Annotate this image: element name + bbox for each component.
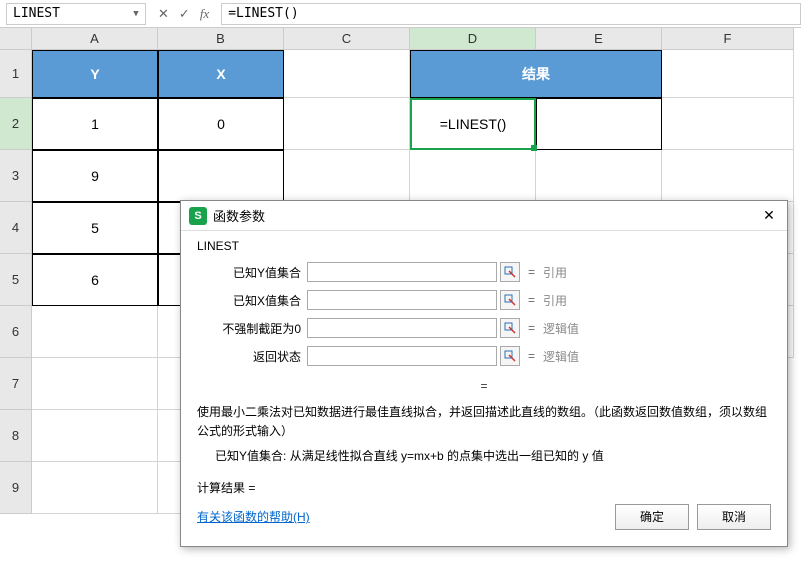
cell-B2[interactable]: 0 (158, 98, 284, 150)
dialog-body: LINEST 已知Y值集合 = 引用 已知X值集合 = 引用 不强制截距为0 =… (181, 231, 787, 546)
param-desc-label: 已知Y值集合: (215, 447, 286, 466)
col-header-E[interactable]: E (536, 28, 662, 50)
confirm-formula-icon[interactable]: ✓ (179, 6, 190, 22)
param-input-const[interactable] (307, 318, 497, 338)
param-label: 返回状态 (197, 348, 307, 365)
dialog-titlebar[interactable]: S 函数参数 ✕ (181, 201, 787, 231)
cell-F1[interactable] (662, 50, 794, 98)
formula-text: =LINEST() (228, 6, 298, 21)
dialog-title: 函数参数 (213, 206, 759, 225)
cell-A4[interactable]: 5 (32, 202, 158, 254)
cell-A9[interactable] (32, 462, 158, 514)
result-equals: = (197, 379, 771, 393)
equals-label: = (520, 321, 543, 335)
cell-D3[interactable] (410, 150, 536, 202)
function-arguments-dialog: S 函数参数 ✕ LINEST 已知Y值集合 = 引用 已知X值集合 = 引用 … (180, 200, 788, 547)
cell-A1[interactable]: Y (32, 50, 158, 98)
chevron-down-icon[interactable]: ▼ (129, 6, 143, 22)
name-box[interactable]: LINEST ▼ (6, 3, 146, 25)
fx-controls: ✕ ✓ fx (146, 6, 221, 22)
cell-A7[interactable] (32, 358, 158, 410)
col-header-C[interactable]: C (284, 28, 410, 50)
range-select-icon[interactable] (500, 262, 520, 282)
param-input-stats[interactable] (307, 346, 497, 366)
column-headers: A B C D E F (0, 28, 801, 50)
fx-icon[interactable]: fx (200, 6, 209, 22)
equals-label: = (520, 293, 543, 307)
name-box-value: LINEST (13, 6, 60, 21)
row-header-6[interactable]: 6 (0, 306, 32, 358)
cell-A6[interactable] (32, 306, 158, 358)
cell-F2[interactable] (662, 98, 794, 150)
cell-C3[interactable] (284, 150, 410, 202)
param-hint: 逻辑值 (543, 320, 579, 337)
cell-B3[interactable] (158, 150, 284, 202)
row-header-7[interactable]: 7 (0, 358, 32, 410)
col-header-B[interactable]: B (158, 28, 284, 50)
function-description: 使用最小二乘法对已知数据进行最佳直线拟合，并返回描述此直线的数组。（此函数返回数… (197, 403, 771, 441)
param-row-const: 不强制截距为0 = 逻辑值 (197, 315, 771, 341)
row-header-5[interactable]: 5 (0, 254, 32, 306)
row-header-4[interactable]: 4 (0, 202, 32, 254)
cell-C1[interactable] (284, 50, 410, 98)
formula-input[interactable]: =LINEST() (221, 3, 801, 25)
range-select-icon[interactable] (500, 290, 520, 310)
range-select-icon[interactable] (500, 346, 520, 366)
col-header-F[interactable]: F (662, 28, 794, 50)
param-row-known-x: 已知X值集合 = 引用 (197, 287, 771, 313)
close-icon[interactable]: ✕ (759, 207, 779, 224)
formula-bar: LINEST ▼ ✕ ✓ fx =LINEST() (0, 0, 801, 28)
param-label: 已知X值集合 (197, 292, 307, 309)
cell-A5[interactable]: 6 (32, 254, 158, 306)
param-input-known-y[interactable] (307, 262, 497, 282)
calc-result-label: 计算结果 = (197, 479, 771, 496)
equals-label: = (520, 265, 543, 279)
row-header-2[interactable]: 2 (0, 98, 32, 150)
select-all-corner[interactable] (0, 28, 32, 50)
row-header-9[interactable]: 9 (0, 462, 32, 514)
row-header-8[interactable]: 8 (0, 410, 32, 462)
function-name: LINEST (197, 239, 771, 253)
param-row-known-y: 已知Y值集合 = 引用 (197, 259, 771, 285)
param-hint: 引用 (543, 264, 567, 281)
param-input-known-x[interactable] (307, 290, 497, 310)
cell-F3[interactable] (662, 150, 794, 202)
row-header-1[interactable]: 1 (0, 50, 32, 98)
ok-button[interactable]: 确定 (615, 504, 689, 530)
param-hint: 引用 (543, 292, 567, 309)
cell-A8[interactable] (32, 410, 158, 462)
cell-A3[interactable]: 9 (32, 150, 158, 202)
cell-D1[interactable]: 结果 (410, 50, 662, 98)
dialog-footer: 有关该函数的帮助(H) 确定 取消 (197, 504, 771, 534)
cell-B1[interactable]: X (158, 50, 284, 98)
cell-E3[interactable] (536, 150, 662, 202)
cell-A2[interactable]: 1 (32, 98, 158, 150)
param-desc-text: 从满足线性拟合直线 y=mx+b 的点集中选出一组已知的 y 值 (290, 449, 604, 463)
param-hint: 逻辑值 (543, 348, 579, 365)
param-label: 不强制截距为0 (197, 320, 307, 337)
help-link[interactable]: 有关该函数的帮助(H) (197, 508, 607, 525)
range-select-icon[interactable] (500, 318, 520, 338)
cancel-button[interactable]: 取消 (697, 504, 771, 530)
cell-D2[interactable]: =LINEST() (410, 98, 536, 150)
param-label: 已知Y值集合 (197, 264, 307, 281)
cell-C2[interactable] (284, 98, 410, 150)
col-header-D[interactable]: D (410, 28, 536, 50)
cell-E2[interactable] (536, 98, 662, 150)
col-header-A[interactable]: A (32, 28, 158, 50)
param-description: 已知Y值集合: 从满足线性拟合直线 y=mx+b 的点集中选出一组已知的 y 值 (215, 447, 771, 466)
app-icon: S (189, 207, 207, 225)
param-row-stats: 返回状态 = 逻辑值 (197, 343, 771, 369)
row-headers: 1 2 3 4 5 6 7 8 9 (0, 50, 32, 514)
equals-label: = (520, 349, 543, 363)
row-header-3[interactable]: 3 (0, 150, 32, 202)
cancel-formula-icon[interactable]: ✕ (158, 6, 169, 22)
